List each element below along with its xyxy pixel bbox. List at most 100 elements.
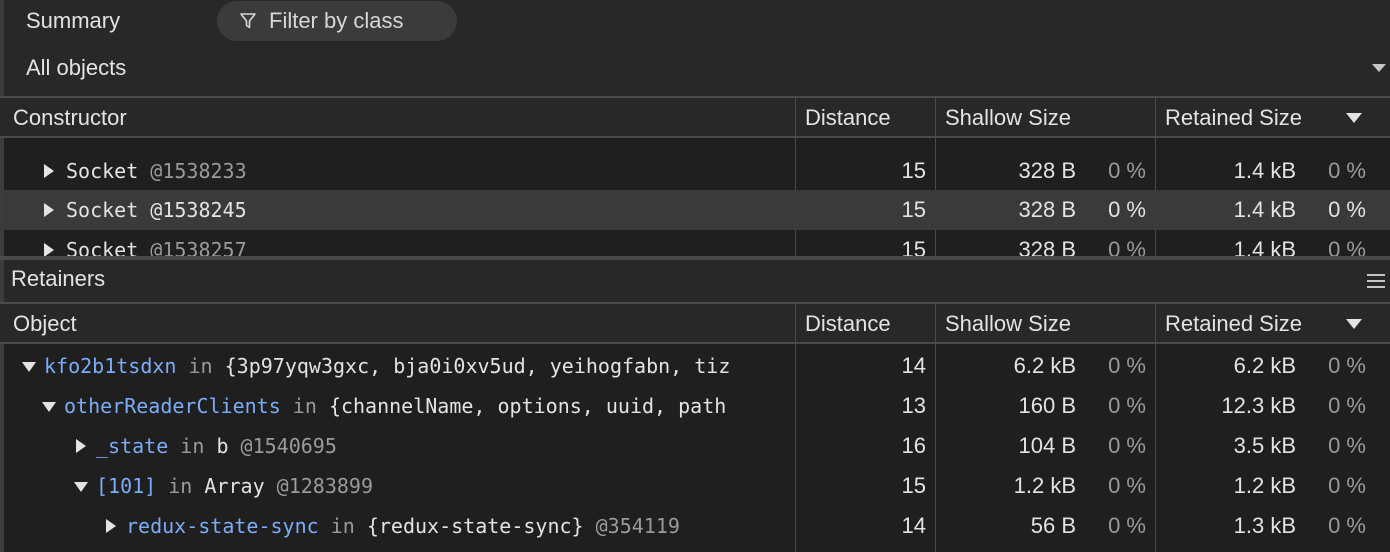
filter-placeholder: Filter by class [269, 8, 404, 33]
column-header-constructor[interactable]: Constructor [4, 98, 127, 138]
column-header-shallow-size[interactable]: Shallow Size [936, 304, 1071, 344]
retained-size-percent: 0 % [1328, 197, 1366, 222]
object-id: @1538245 [150, 198, 247, 222]
shallow-size-value: 6.2 kB [1013, 353, 1076, 378]
retainers-title-bar: Retainers [0, 260, 1390, 302]
retained-size-percent: 0 % [1328, 513, 1366, 538]
heap-toolbar: Summary Filter by class All objects [0, 0, 1390, 96]
retainer-object-name: b [216, 434, 229, 458]
shallow-size-percent: 0 % [1108, 197, 1146, 222]
distance-value: 15 [901, 473, 926, 498]
sort-descending-icon[interactable] [1346, 319, 1362, 329]
shallow-size-percent: 0 % [1108, 433, 1146, 458]
view-select[interactable]: Summary [26, 6, 120, 36]
retained-size-percent: 0 % [1328, 237, 1366, 256]
in-keyword: in [330, 514, 355, 538]
column-header-distance[interactable]: Distance [796, 98, 891, 138]
constructor-name: Socket [66, 159, 139, 183]
retained-size-percent: 0 % [1328, 393, 1366, 418]
column-header-retained-size[interactable]: Retained Size [1156, 98, 1302, 138]
shallow-size-value: 104 B [1018, 433, 1077, 458]
collapse-arrow-icon[interactable] [42, 402, 56, 412]
shallow-size-value: 328 B [1018, 197, 1077, 222]
retained-size-value: 1.2 kB [1233, 473, 1296, 498]
object-id: @1540695 [240, 434, 337, 458]
retained-size-value: 3.5 kB [1233, 433, 1296, 458]
retained-size-value: 1.3 kB [1233, 513, 1296, 538]
retainer-property-link[interactable]: redux-state-sync [126, 514, 319, 538]
shallow-size-value: 328 B [1018, 158, 1077, 183]
sort-descending-icon[interactable] [1346, 113, 1362, 123]
retainer-property-link[interactable]: otherReaderClients [64, 394, 281, 418]
shallow-size-percent: 0 % [1108, 473, 1146, 498]
column-header-distance[interactable]: Distance [796, 304, 891, 344]
shallow-size-value: 160 B [1018, 393, 1077, 418]
constructor-name-cell: Socket @1538245 [66, 190, 786, 230]
shallow-size-percent: 0 % [1108, 513, 1146, 538]
retained-size-value: 1.4 kB [1233, 237, 1296, 256]
retainer-property-link[interactable]: _state [96, 434, 168, 458]
object-id: @1538233 [150, 159, 247, 183]
table-row[interactable]: Socket @1538257 15 328 B 0 % 1.4 kB 0 % [4, 230, 1390, 256]
object-id: @1538257 [150, 238, 247, 256]
chevron-down-icon[interactable] [1372, 64, 1386, 72]
objects-select[interactable]: All objects [26, 55, 126, 81]
expand-arrow-icon[interactable] [44, 243, 54, 256]
retainer-object-cell: otherReaderClients in {channelName, opti… [64, 386, 795, 426]
distance-value: 15 [901, 158, 926, 183]
expand-arrow-icon[interactable] [76, 439, 86, 453]
retainer-object-cell: _state in b @1540695 [96, 426, 795, 466]
column-header-shallow-size[interactable]: Shallow Size [936, 98, 1071, 138]
in-keyword: in [188, 354, 213, 378]
retainer-row[interactable]: kfo2b1tsdxn in {3p97yqw3gxc, bja0i0xv5ud… [4, 346, 1390, 386]
distance-value: 15 [901, 237, 926, 256]
table-row[interactable]: Socket @1538233 15 328 B 0 % 1.4 kB 0 % [4, 151, 1390, 191]
retainer-object-name: {redux-state-sync} [366, 514, 584, 538]
constructor-name: Socket [66, 198, 139, 222]
shallow-size-value: 328 B [1018, 237, 1077, 256]
in-keyword: in [292, 394, 317, 418]
expand-arrow-icon[interactable] [106, 519, 116, 533]
retainer-object-cell: [101] in Array @1283899 [96, 466, 795, 506]
retained-size-value: 1.4 kB [1233, 197, 1296, 222]
expand-arrow-icon[interactable] [44, 164, 54, 178]
retainer-row[interactable]: redux-state-sync in {redux-state-sync} @… [4, 506, 1390, 546]
retainer-property-link[interactable]: [101] [96, 474, 156, 498]
retainer-object-cell: redux-state-sync in {redux-state-sync} @… [126, 506, 795, 546]
in-keyword: in [180, 434, 205, 458]
object-id: @354119 [595, 514, 680, 538]
retainer-object-name: Array [204, 474, 265, 498]
shallow-size-percent: 0 % [1108, 393, 1146, 418]
table-row[interactable]: Socket @1538245 15 328 B 0 % 1.4 kB 0 % [4, 190, 1390, 230]
collapse-arrow-icon[interactable] [22, 362, 36, 372]
view-select-label: Summary [26, 8, 121, 33]
retainer-object-name: {3p97yqw3gxc, bja0i0xv5ud, yeihogfabn, t… [224, 354, 731, 378]
retainer-property-link[interactable]: kfo2b1tsdxn [44, 354, 176, 378]
filter-by-class-input[interactable]: Filter by class [217, 1, 457, 41]
retainer-row[interactable]: otherReaderClients in {channelName, opti… [4, 386, 1390, 426]
retained-size-value: 12.3 kB [1221, 393, 1296, 418]
retained-size-value: 6.2 kB [1233, 353, 1296, 378]
expand-arrow-icon[interactable] [44, 203, 54, 217]
in-keyword: in [168, 474, 193, 498]
retained-size-percent: 0 % [1328, 473, 1366, 498]
distance-value: 14 [901, 353, 926, 378]
retainer-object-name: {channelName, options, uuid, path [328, 394, 727, 418]
retained-size-percent: 0 % [1328, 353, 1366, 378]
distance-value: 13 [901, 393, 926, 418]
retainer-row[interactable]: [101] in Array @1283899 15 1.2 kB 0 % 1.2 kB… [4, 466, 1390, 506]
shallow-size-percent: 0 % [1108, 353, 1146, 378]
shallow-size-percent: 0 % [1108, 158, 1146, 183]
retainer-row[interactable]: _state in b @1540695 16 104 B 0 % 3.5 kB 0 % [4, 426, 1390, 466]
object-id: @1283899 [276, 474, 373, 498]
shallow-size-percent: 0 % [1108, 237, 1146, 256]
column-header-object[interactable]: Object [4, 304, 77, 344]
constructor-name-cell: Socket @1538233 [66, 151, 786, 191]
column-header-retained-size[interactable]: Retained Size [1156, 304, 1302, 344]
retainer-object-cell: kfo2b1tsdxn in {3p97yqw3gxc, bja0i0xv5ud… [44, 346, 795, 386]
retainers-title: Retainers [11, 266, 106, 291]
filter-icon [240, 13, 256, 29]
hamburger-menu-icon[interactable] [1367, 274, 1385, 288]
collapse-arrow-icon[interactable] [74, 482, 88, 492]
constructor-name-cell: Socket @1538257 [66, 230, 786, 256]
